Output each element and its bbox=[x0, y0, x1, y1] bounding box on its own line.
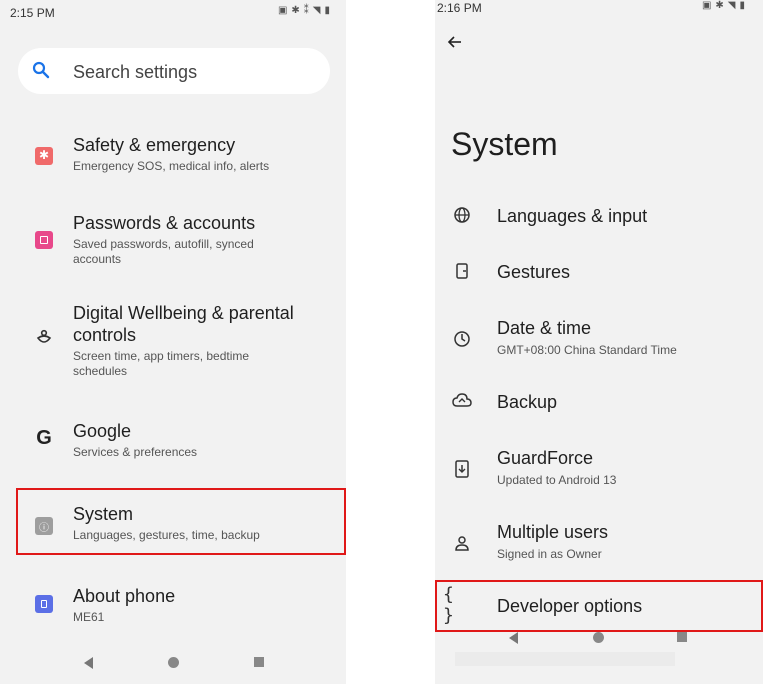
wifi-icon: ◥ bbox=[727, 0, 736, 11]
status-time: 2:15 PM bbox=[10, 6, 55, 20]
clock-icon bbox=[451, 328, 473, 350]
battery-icon: ▮ bbox=[324, 5, 330, 16]
wifi-icon: ◥ bbox=[312, 5, 321, 16]
item-subtitle: Screen time, app timers, bedtime schedul… bbox=[73, 349, 250, 378]
item-title: Backup bbox=[497, 392, 558, 412]
item-title: About phone bbox=[73, 586, 176, 606]
user-icon bbox=[451, 532, 473, 554]
status-bar: 2:15 PM ▣ ✱ ⁑ ◥ ▮ bbox=[0, 0, 346, 24]
nav-recents-icon[interactable] bbox=[254, 657, 264, 667]
battery-icon: ▮ bbox=[739, 0, 745, 11]
item-subtitle: Services & preferences bbox=[73, 445, 198, 459]
nav-back-icon[interactable] bbox=[84, 657, 93, 669]
settings-item-about-phone[interactable]: About phone ME61 bbox=[0, 584, 346, 628]
highlight-box-developer-options bbox=[435, 580, 763, 632]
settings-item-passwords[interactable]: Passwords & accounts Saved passwords, au… bbox=[0, 210, 346, 270]
bluetooth-icon: ✱ bbox=[715, 0, 724, 11]
about-phone-icon bbox=[34, 594, 54, 614]
item-subtitle: GMT+08:00 China Standard Time bbox=[497, 343, 677, 357]
item-title: Safety & emergency bbox=[73, 135, 236, 155]
item-title-line2: controls bbox=[73, 325, 137, 345]
item-subtitle: Updated to Android 13 bbox=[497, 473, 617, 487]
nav-back-icon[interactable] bbox=[509, 632, 518, 644]
nav-recents-icon[interactable] bbox=[677, 632, 687, 642]
settings-screen: 2:15 PM ▣ ✱ ⁑ ◥ ▮ Search settings ✱ Safe… bbox=[0, 0, 346, 684]
item-subtitle: ME61 bbox=[73, 610, 105, 624]
safety-icon: ✱ bbox=[34, 146, 54, 166]
backup-cloud-icon bbox=[451, 390, 473, 412]
search-icon bbox=[32, 61, 50, 84]
vibrate-icon: ⁑ bbox=[303, 5, 309, 16]
gestures-icon bbox=[451, 260, 473, 282]
item-title: Google bbox=[73, 421, 132, 441]
settings-item-digital-wellbeing[interactable]: Digital Wellbeing & parental controls Sc… bbox=[0, 300, 346, 380]
nav-home-icon[interactable] bbox=[168, 657, 179, 668]
item-title: Date & time bbox=[497, 318, 592, 338]
digital-wellbeing-icon bbox=[34, 328, 54, 348]
item-title: Passwords & accounts bbox=[73, 213, 256, 233]
search-settings-bar[interactable]: Search settings bbox=[18, 48, 330, 94]
globe-icon bbox=[451, 204, 473, 226]
status-icons: ▣ ✱ ⁑ ◥ ▮ bbox=[278, 5, 330, 17]
item-subtitle: Emergency SOS, medical info, alerts bbox=[73, 159, 270, 173]
system-item-date-time[interactable]: Date & time GMT+08:00 China Standard Tim… bbox=[435, 316, 763, 360]
navigation-bar bbox=[0, 642, 346, 684]
back-arrow-icon[interactable] bbox=[447, 34, 463, 55]
guardforce-update-icon bbox=[451, 458, 473, 480]
status-icons: ▣ ✱ ◥ ▮ bbox=[702, 0, 745, 12]
highlight-box-system bbox=[16, 488, 346, 555]
status-bar: 2:16 PM ▣ ✱ ◥ ▮ bbox=[435, 0, 763, 24]
item-subtitle: Signed in as Owner bbox=[497, 547, 602, 561]
settings-item-google[interactable]: G Google Services & preferences bbox=[0, 418, 346, 468]
google-icon: G bbox=[36, 426, 52, 449]
item-title: Languages & input bbox=[497, 206, 648, 226]
page-title: System bbox=[451, 126, 558, 162]
nav-home-icon[interactable] bbox=[593, 632, 604, 643]
bluetooth-icon: ✱ bbox=[291, 5, 300, 16]
screenshot-icon: ▣ bbox=[277, 5, 288, 16]
item-title: Gestures bbox=[497, 262, 571, 282]
search-settings-label: Search settings bbox=[73, 62, 198, 82]
status-time: 2:16 PM bbox=[437, 1, 482, 15]
passwords-icon bbox=[34, 230, 54, 250]
item-subtitle: Saved passwords, autofill, synced accoun… bbox=[73, 237, 254, 266]
item-title-line1: Digital Wellbeing & parental bbox=[73, 303, 294, 323]
screenshot-icon: ▣ bbox=[701, 0, 712, 11]
item-title: GuardForce bbox=[497, 448, 594, 468]
settings-item-safety[interactable]: ✱ Safety & emergency Emergency SOS, medi… bbox=[0, 132, 346, 182]
system-item-guardforce[interactable]: GuardForce Updated to Android 13 bbox=[435, 446, 763, 490]
item-title: Multiple users bbox=[497, 522, 609, 542]
system-item-multiple-users[interactable]: Multiple users Signed in as Owner bbox=[435, 520, 763, 564]
system-item-gestures[interactable]: Gestures bbox=[435, 256, 763, 290]
system-item-backup[interactable]: Backup bbox=[435, 386, 763, 420]
system-item-languages[interactable]: Languages & input bbox=[435, 200, 763, 234]
